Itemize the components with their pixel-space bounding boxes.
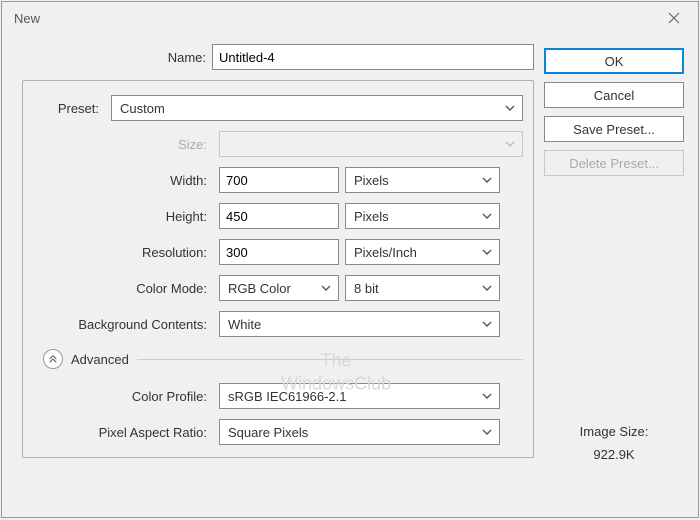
bgcontents-value: White xyxy=(228,317,261,332)
chevron-down-icon xyxy=(481,318,493,330)
save-preset-button[interactable]: Save Preset... xyxy=(544,116,684,142)
preset-label: Preset: xyxy=(33,101,105,116)
pixelaspect-label: Pixel Aspect Ratio: xyxy=(33,425,213,440)
pixelaspect-select[interactable]: Square Pixels xyxy=(219,419,500,445)
size-select xyxy=(219,131,523,157)
bgcontents-select[interactable]: White xyxy=(219,311,500,337)
chevron-down-icon xyxy=(481,210,493,222)
width-unit-value: Pixels xyxy=(354,173,389,188)
preset-select[interactable]: Custom xyxy=(111,95,523,121)
chevron-down-icon xyxy=(481,174,493,186)
width-unit-select[interactable]: Pixels xyxy=(345,167,500,193)
chevron-up-double-icon xyxy=(48,354,58,364)
size-label: Size: xyxy=(33,137,213,152)
name-input[interactable] xyxy=(212,44,534,70)
colormode-select[interactable]: RGB Color xyxy=(219,275,339,301)
resolution-input[interactable] xyxy=(219,239,339,265)
image-size-block: Image Size: 922.9K xyxy=(544,424,684,462)
advanced-toggle[interactable] xyxy=(43,349,63,369)
divider xyxy=(137,359,523,360)
settings-fieldset: Preset: Custom Size: Width: xyxy=(22,80,534,458)
width-label: Width: xyxy=(33,173,213,188)
bgcontents-label: Background Contents: xyxy=(33,317,213,332)
close-button[interactable] xyxy=(654,4,694,32)
bitdepth-value: 8 bit xyxy=(354,281,379,296)
new-document-dialog: New Name: Preset: Custom Size: xyxy=(1,1,699,518)
close-icon xyxy=(668,12,680,24)
colorprofile-value: sRGB IEC61966-2.1 xyxy=(228,389,347,404)
chevron-down-icon xyxy=(481,390,493,402)
ok-button[interactable]: OK xyxy=(544,48,684,74)
colorprofile-label: Color Profile: xyxy=(33,389,213,404)
height-label: Height: xyxy=(33,209,213,224)
width-input[interactable] xyxy=(219,167,339,193)
height-unit-select[interactable]: Pixels xyxy=(345,203,500,229)
chevron-down-icon xyxy=(481,426,493,438)
titlebar: New xyxy=(2,2,698,34)
height-input[interactable] xyxy=(219,203,339,229)
height-unit-value: Pixels xyxy=(354,209,389,224)
advanced-label: Advanced xyxy=(71,352,129,367)
colormode-label: Color Mode: xyxy=(33,281,213,296)
chevron-down-icon xyxy=(481,282,493,294)
resolution-unit-value: Pixels/Inch xyxy=(354,245,417,260)
resolution-unit-select[interactable]: Pixels/Inch xyxy=(345,239,500,265)
chevron-down-icon xyxy=(481,246,493,258)
resolution-label: Resolution: xyxy=(33,245,213,260)
chevron-down-icon xyxy=(504,102,516,114)
colorprofile-select[interactable]: sRGB IEC61966-2.1 xyxy=(219,383,500,409)
pixelaspect-value: Square Pixels xyxy=(228,425,308,440)
preset-value: Custom xyxy=(120,101,165,116)
bitdepth-select[interactable]: 8 bit xyxy=(345,275,500,301)
dialog-title: New xyxy=(14,11,40,26)
cancel-button[interactable]: Cancel xyxy=(544,82,684,108)
delete-preset-button: Delete Preset... xyxy=(544,150,684,176)
name-label: Name: xyxy=(22,50,212,65)
image-size-label: Image Size: xyxy=(544,424,684,439)
chevron-down-icon xyxy=(320,282,332,294)
image-size-value: 922.9K xyxy=(544,447,684,462)
chevron-down-icon xyxy=(504,138,516,150)
colormode-value: RGB Color xyxy=(228,281,291,296)
